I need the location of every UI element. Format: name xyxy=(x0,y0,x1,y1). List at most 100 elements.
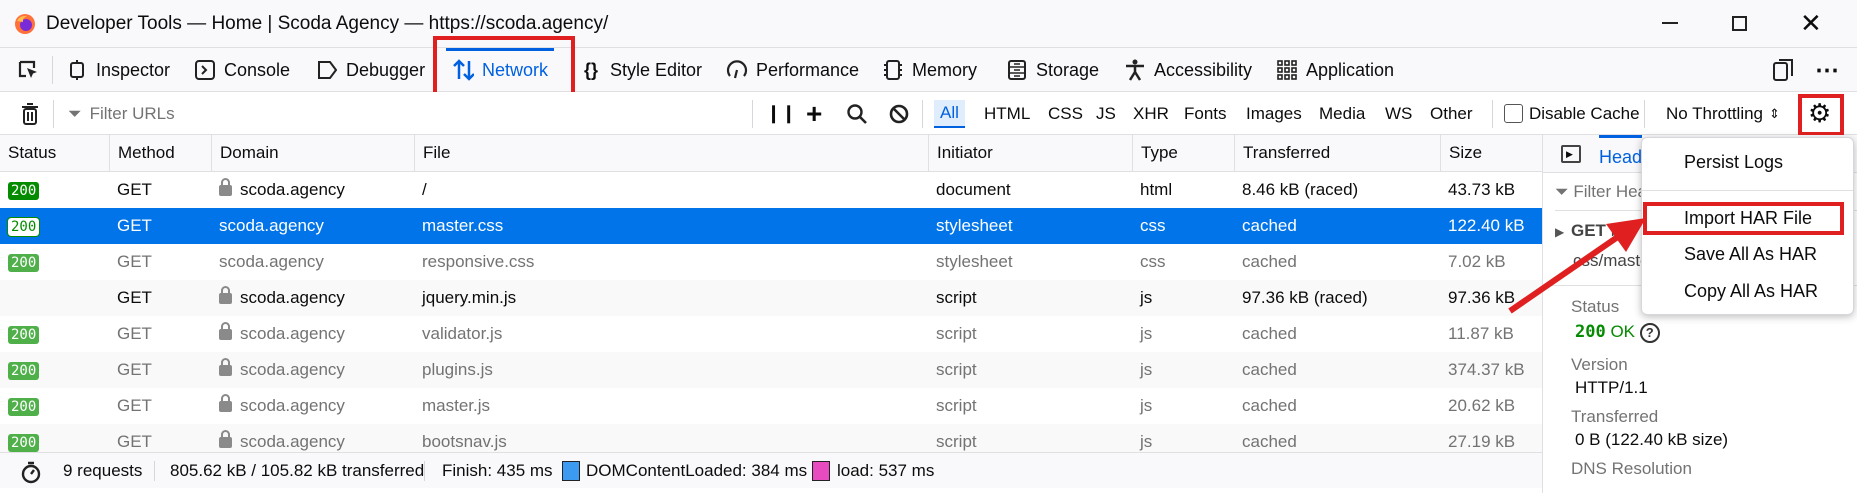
more-options-icon[interactable]: ⋯ xyxy=(1815,48,1839,92)
close-icon[interactable]: ✕ xyxy=(1800,8,1822,38)
search-icon[interactable] xyxy=(846,92,868,135)
column-header-file[interactable]: File xyxy=(414,135,928,171)
filter-type-images[interactable]: Images xyxy=(1246,92,1302,135)
tab-label: Debugger xyxy=(346,59,426,80)
cell-size: 122.40 kB xyxy=(1448,216,1525,235)
throttling-select[interactable]: No Throttling ⇕ xyxy=(1666,92,1780,135)
column-header-transferred[interactable]: Transferred xyxy=(1234,135,1440,171)
maximize-icon[interactable] xyxy=(1732,16,1747,31)
filter-type-other[interactable]: Other xyxy=(1430,92,1473,135)
tab-label: Performance xyxy=(756,59,860,80)
disable-cache-checkbox[interactable]: Disable Cache xyxy=(1504,92,1640,135)
filter-type-xhr[interactable]: XHR xyxy=(1133,92,1169,135)
dock-options-button[interactable] xyxy=(1772,48,1794,92)
checkbox-box xyxy=(1504,104,1523,123)
toggle-panel-icon[interactable]: ▶ xyxy=(1561,145,1581,163)
menu-item-copy-all-har[interactable]: Copy All As HAR xyxy=(1684,281,1818,302)
cell-domain: scoda.agency xyxy=(211,208,414,244)
cell-size: 43.73 kB xyxy=(1448,180,1516,199)
column-header-method[interactable]: Method xyxy=(109,135,211,171)
tab-network[interactable]: Network xyxy=(445,48,555,92)
tab-application[interactable]: Application xyxy=(1276,48,1394,92)
element-picker-button[interactable] xyxy=(16,48,40,92)
filter-type-html[interactable]: HTML xyxy=(984,92,1030,135)
table-row[interactable]: 200 GET scoda.agency responsive.css styleshe… xyxy=(0,244,1542,280)
menu-item-persist-logs[interactable]: Persist Logs xyxy=(1684,152,1783,173)
domain-text: scoda.agency xyxy=(219,216,324,235)
cell-size: 97.36 kB xyxy=(1448,288,1516,307)
cell-file: master.js xyxy=(422,396,491,415)
domain-text: scoda.agency xyxy=(240,360,345,379)
menu-item-save-all-har[interactable]: Save All As HAR xyxy=(1684,244,1817,265)
cell-transferred: cached xyxy=(1242,324,1297,343)
transferred-label: Transferred xyxy=(1571,407,1659,426)
pause-icon[interactable]: ❙❙ xyxy=(766,92,796,135)
column-header-type[interactable]: Type xyxy=(1132,135,1234,171)
tab-inspector[interactable]: Inspector xyxy=(66,48,170,92)
minimize-icon[interactable] xyxy=(1662,22,1678,24)
tab-headers[interactable]: Head xyxy=(1599,135,1643,173)
filter-type-js[interactable]: JS xyxy=(1096,92,1116,135)
help-icon[interactable]: ? xyxy=(1639,323,1660,343)
cell-status: 200 xyxy=(0,244,109,280)
filter-type-css[interactable]: CSS xyxy=(1048,92,1083,135)
status-code: 200 xyxy=(1575,322,1606,342)
cell-file: master.css xyxy=(422,216,504,235)
add-request-icon[interactable]: + xyxy=(806,92,822,135)
tab-console[interactable]: Console xyxy=(194,48,290,92)
tab-storage[interactable]: Storage xyxy=(1006,48,1099,92)
status-badge: 200 xyxy=(8,253,40,272)
table-row[interactable]: 200 GET scoda.agency / document html 8.46 kB (… xyxy=(0,172,1542,208)
dom-content-loaded-time: DOMContentLoaded: 384 ms xyxy=(586,461,808,480)
tab-memory[interactable]: Memory xyxy=(882,48,977,92)
table-row[interactable]: 200 GET scoda.agency master.css stylesheet cs… xyxy=(0,208,1542,244)
cell-status: 200 xyxy=(0,316,109,352)
expand-triangle-icon[interactable]: ▶ xyxy=(1555,225,1564,239)
column-header-domain[interactable]: Domain xyxy=(211,135,414,171)
load-time: load: 537 ms xyxy=(837,461,935,480)
table-row[interactable]: GET scoda.agency jquery.min.js script js 97.3… xyxy=(0,280,1542,316)
block-icon[interactable] xyxy=(888,92,910,135)
cell-type: js xyxy=(1140,396,1153,415)
cell-transferred: 97.36 kB (raced) xyxy=(1242,288,1368,307)
table-row[interactable]: 200 GET scoda.agency validator.js script js ca… xyxy=(0,316,1542,352)
tab-label: Application xyxy=(1306,59,1395,80)
cell-type: css xyxy=(1140,216,1166,235)
url-text: ht xyxy=(1610,221,1625,240)
status-badge: 200 xyxy=(8,361,40,380)
status-label: Status xyxy=(1571,297,1620,316)
tab-accessibility[interactable]: Accessibility xyxy=(1124,48,1252,92)
cell-initiator: stylesheet xyxy=(936,252,1013,271)
filter-placeholder: Filter URLs xyxy=(89,103,175,123)
clear-requests-button[interactable] xyxy=(20,92,40,135)
filter-icon: ⏷ xyxy=(68,103,82,123)
cell-status xyxy=(0,280,109,316)
column-header-initiator[interactable]: Initiator xyxy=(928,135,1132,171)
tab-debugger[interactable]: Debugger xyxy=(316,48,425,92)
filter-type-all[interactable]: All xyxy=(934,100,965,128)
status-badge: 200 xyxy=(8,397,40,416)
tab-performance[interactable]: Performance xyxy=(726,48,859,92)
filter-type-ws[interactable]: WS xyxy=(1385,92,1412,135)
status-badge: 200 xyxy=(8,181,40,200)
table-row[interactable]: 200 GET scoda.agency plugins.js script js cach… xyxy=(0,352,1542,388)
menu-item-import-har[interactable]: Import HAR File xyxy=(1684,208,1812,229)
network-settings-gear-icon[interactable]: ⚙ xyxy=(1808,92,1831,135)
filter-icon: ⏷ xyxy=(1555,182,1574,201)
tab-style-editor[interactable]: {} Style Editor xyxy=(580,48,702,92)
cell-status: 200 xyxy=(0,172,109,208)
table-row[interactable]: 200 GET scoda.agency master.js script js cache… xyxy=(0,388,1542,424)
column-header-size[interactable]: Size xyxy=(1440,135,1542,171)
gauge-icon xyxy=(726,59,748,81)
column-header-status[interactable]: Status xyxy=(0,135,109,171)
cell-size: 7.02 kB xyxy=(1448,252,1506,271)
accessibility-icon xyxy=(1124,59,1146,81)
filter-type-media[interactable]: Media xyxy=(1319,92,1365,135)
cell-method: GET xyxy=(117,180,152,199)
filter-type-fonts[interactable]: Fonts xyxy=(1184,92,1227,135)
transferred-summary: 805.62 kB / 105.82 kB transferred xyxy=(170,461,425,480)
element-picker-icon xyxy=(18,60,37,78)
stopwatch-icon[interactable] xyxy=(20,453,42,489)
filter-urls-input[interactable]: ⏷ Filter URLs xyxy=(68,92,748,135)
cell-domain: scoda.agency xyxy=(211,352,414,388)
